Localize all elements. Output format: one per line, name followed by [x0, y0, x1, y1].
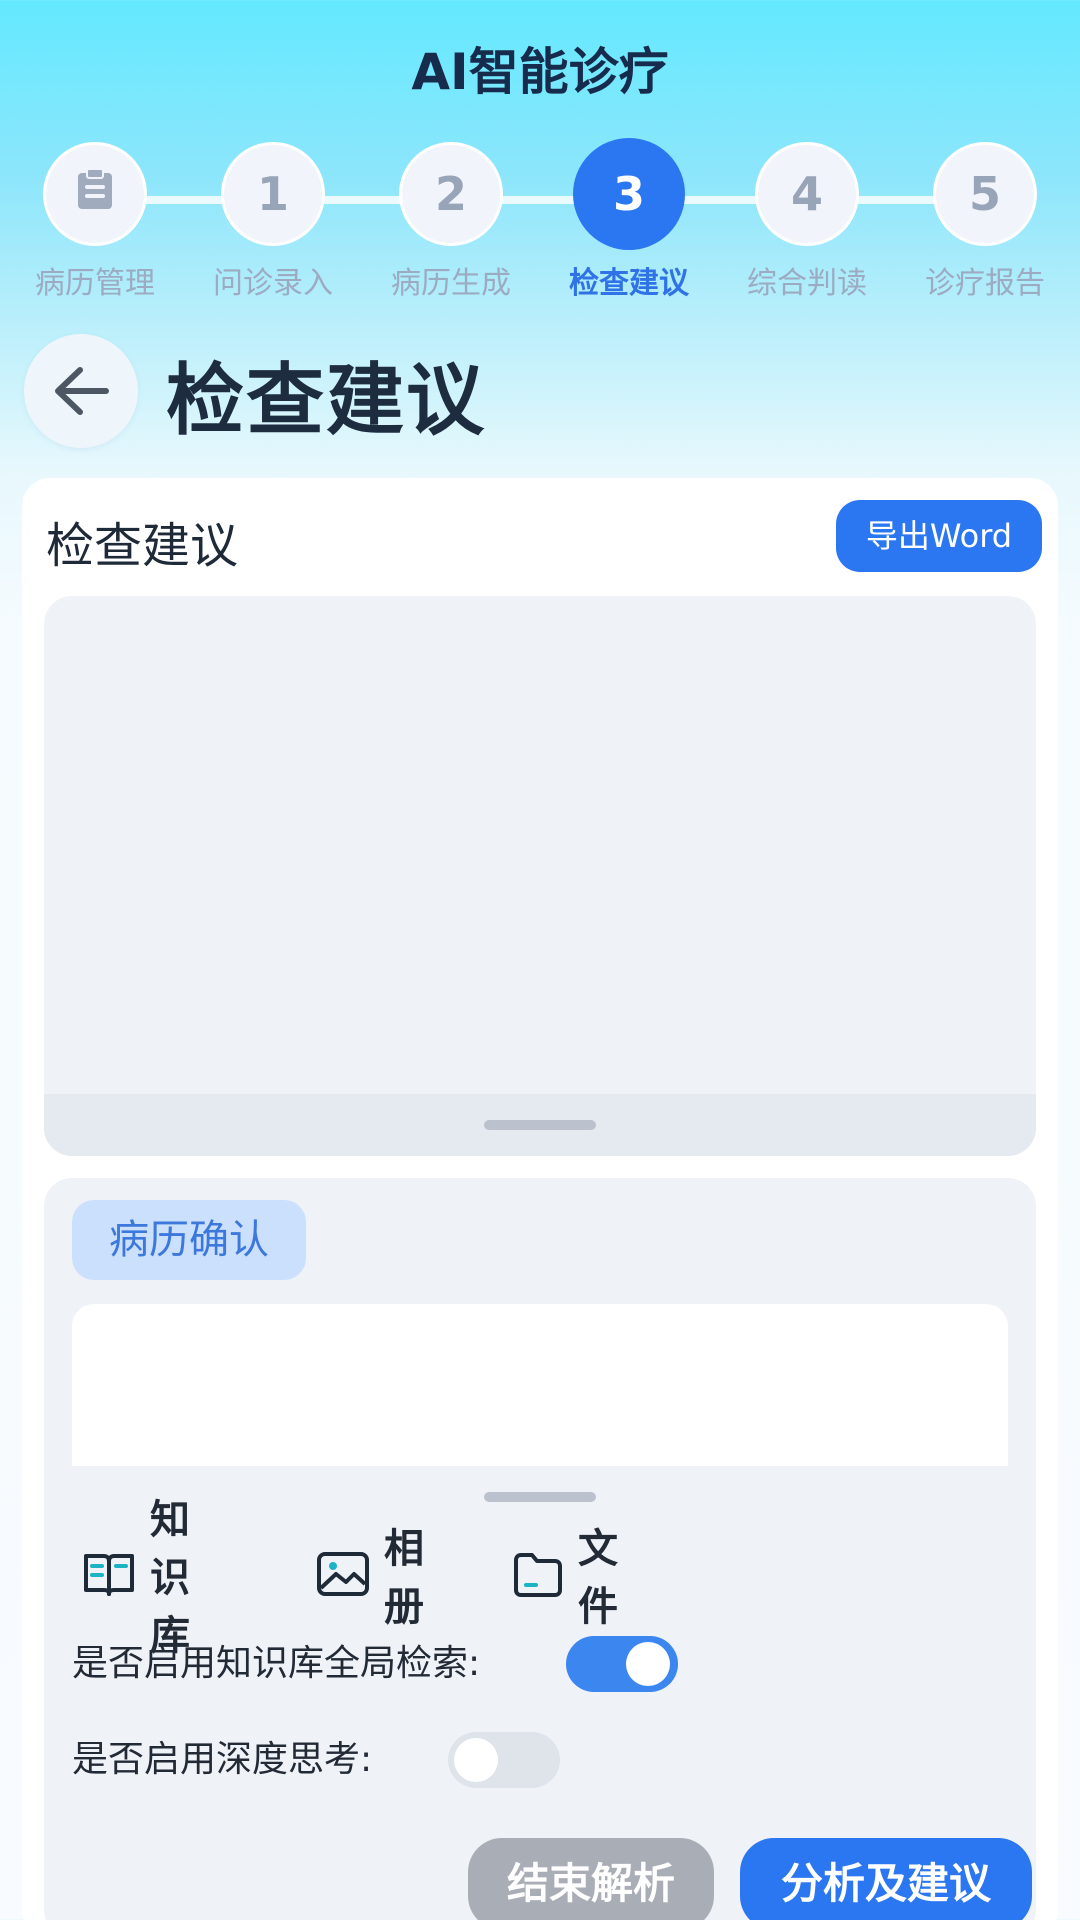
step-progress: 病历管理 1 问诊录入 2 病历生成 3 检查建议 4 综合判读 5 诊疗报告: [0, 138, 1080, 310]
step-record-management[interactable]: 病历管理: [6, 140, 184, 302]
card-title: 检查建议: [46, 518, 239, 574]
message-input[interactable]: [72, 1304, 1008, 1466]
step-label: 检查建议: [569, 266, 689, 301]
switch-knob: [454, 1738, 498, 1782]
step-number: 3: [573, 138, 685, 250]
app-title: AI智能诊疗: [411, 43, 669, 101]
step-comprehensive-interpretation[interactable]: 4 综合判读: [718, 140, 896, 302]
back-button[interactable]: [24, 334, 138, 448]
drag-handle[interactable]: [484, 1120, 596, 1130]
folder-icon: [512, 1550, 564, 1598]
file-label: 文件: [578, 1526, 618, 1630]
album-button[interactable]: 相册: [316, 1526, 424, 1630]
step-record-generation[interactable]: 2 病历生成: [362, 140, 540, 302]
step-label: 病历生成: [391, 266, 511, 301]
deep-thinking-label: 是否启用深度思考:: [72, 1739, 373, 1780]
switch-knob: [626, 1642, 670, 1686]
step-circle: [43, 142, 147, 246]
global-search-switch[interactable]: [566, 1636, 678, 1692]
image-icon: [316, 1550, 370, 1598]
step-label: 诊疗报告: [925, 266, 1045, 301]
input-panel: 病历确认 知识库 相册 文件 是否启用知识库全局检索: 是否启用深度思考: 结束…: [44, 1178, 1036, 1920]
book-icon: [82, 1550, 136, 1598]
step-label: 综合判读: [747, 266, 867, 301]
step-exam-suggestion[interactable]: 3 检查建议: [540, 138, 718, 302]
deep-thinking-toggle-row: 是否启用深度思考:: [72, 1730, 372, 1790]
step-label: 病历管理: [35, 266, 155, 301]
step-number: 2: [399, 142, 503, 246]
knowledge-base-button[interactable]: 知识库: [82, 1497, 190, 1659]
global-search-label: 是否启用知识库全局检索:: [72, 1643, 481, 1684]
arrow-left-icon: [55, 367, 109, 415]
export-word-button[interactable]: 导出Word: [836, 500, 1042, 572]
exam-suggestion-card: 检查建议 导出Word 病历确认 知识库 相册 文件 是否启用知识库全局检索: …: [22, 478, 1058, 1920]
input-drag-handle[interactable]: [484, 1492, 596, 1502]
step-number: 4: [755, 142, 859, 246]
step-label: 问诊录入: [213, 266, 333, 301]
file-button[interactable]: 文件: [512, 1526, 618, 1630]
analyze-suggest-button[interactable]: 分析及建议: [740, 1838, 1032, 1920]
deep-thinking-switch[interactable]: [448, 1732, 560, 1788]
end-analysis-button[interactable]: 结束解析: [468, 1838, 714, 1920]
step-number: 5: [933, 142, 1037, 246]
step-consultation-entry[interactable]: 1 问诊录入: [184, 140, 362, 302]
suggestion-output-area[interactable]: [44, 596, 1036, 1156]
output-resize-bar[interactable]: [44, 1094, 1036, 1156]
global-search-toggle-row: 是否启用知识库全局检索:: [72, 1634, 480, 1694]
album-label: 相册: [384, 1526, 424, 1630]
step-diagnosis-report[interactable]: 5 诊疗报告: [896, 140, 1074, 302]
clipboard-icon: [75, 146, 115, 244]
step-number: 1: [221, 142, 325, 246]
record-confirm-tag[interactable]: 病历确认: [72, 1200, 306, 1280]
page-title: 检查建议: [166, 356, 487, 446]
